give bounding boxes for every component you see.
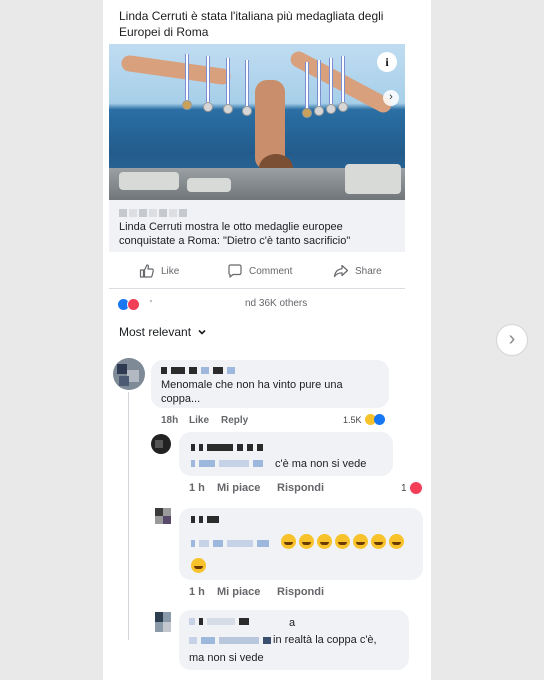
- commenter-name-redacted: [191, 516, 219, 523]
- comment-text-line-1: in realtà la coppa c'è,: [273, 634, 377, 646]
- link-preview[interactable]: Linda Cerruti mostra le otto medaglie eu…: [109, 200, 405, 252]
- photo-leg-left: [120, 54, 232, 86]
- comment-bubble: Menomale che non ha vinto pure una coppa…: [151, 360, 389, 408]
- medal-ribbon-4: [245, 60, 249, 106]
- medal-2: [203, 102, 213, 112]
- comment-time: 1 h: [189, 586, 205, 598]
- comment-text-redacted: [191, 540, 269, 547]
- facebook-post-card: Linda Cerruti è stata l'italiana più med…: [103, 0, 431, 680]
- carousel-next-icon[interactable]: ›: [383, 90, 399, 106]
- link-source-redacted: [119, 209, 187, 217]
- laughing-emoji-icon: [335, 534, 350, 549]
- comment-reaction-count[interactable]: 1: [401, 482, 422, 494]
- comment-reply-link[interactable]: Reply: [221, 415, 248, 426]
- reaction-icons[interactable]: ': [117, 296, 152, 312]
- share-label: Share: [355, 265, 382, 277]
- laughing-emoji-icon: [299, 534, 314, 549]
- like-button[interactable]: Like: [139, 262, 179, 280]
- medal-4: [242, 106, 252, 116]
- laughing-emoji-icon: [389, 534, 404, 549]
- medal-ribbon-2: [206, 56, 210, 102]
- medal-7: [326, 104, 336, 114]
- commenter-name-tail: a: [289, 617, 296, 629]
- laughing-emoji-icon: [191, 558, 206, 573]
- comment-text-redacted: [189, 637, 271, 644]
- medal-3: [223, 104, 233, 114]
- chevron-down-icon: [198, 329, 206, 335]
- medal-ribbon-3: [226, 58, 230, 104]
- comment-like-link[interactable]: Mi piace: [217, 482, 260, 494]
- chevron-right-icon[interactable]: ›: [496, 324, 528, 356]
- medal-5: [302, 108, 312, 118]
- screenshot-stage: Linda Cerruti è stata l'italiana più med…: [0, 0, 544, 680]
- comment-reply-link[interactable]: Rispondi: [277, 586, 324, 598]
- like-label: Like: [161, 265, 180, 277]
- medal-ribbon-6: [317, 60, 321, 106]
- medal-8: [338, 102, 348, 112]
- comment-sort-dropdown[interactable]: Most relevant: [119, 325, 207, 339]
- comment-bubble: a in realtà la coppa c'è, ma non si vede: [179, 610, 409, 670]
- comment-like-link[interactable]: Mi piace: [217, 586, 260, 598]
- comment-text-redacted: [191, 460, 263, 467]
- comment-bubble: [179, 508, 423, 580]
- divider: [109, 288, 405, 289]
- medal-ribbon-7: [329, 58, 333, 104]
- emoji-row: [281, 534, 404, 549]
- comment-label: Comment: [249, 265, 293, 277]
- share-button[interactable]: Share: [333, 262, 382, 280]
- love-reaction-icon: [409, 482, 422, 494]
- commenter-name-redacted: [161, 367, 235, 374]
- post-photo[interactable]: i ›: [109, 44, 405, 200]
- medal-6: [314, 106, 324, 116]
- photo-rocks: [109, 164, 405, 200]
- medal-ribbon-5: [305, 62, 309, 108]
- comment-reply-link[interactable]: Rispondi: [277, 482, 324, 494]
- medal-ribbon-1: [185, 54, 189, 100]
- avatar[interactable]: [113, 358, 145, 390]
- laughing-emoji-icon: [353, 534, 368, 549]
- comment-text: c'è ma non si vede: [275, 458, 367, 470]
- comment-like-link[interactable]: Like: [189, 415, 209, 426]
- link-title: Linda Cerruti mostra le otto medaglie eu…: [119, 221, 351, 247]
- comment-reaction-count[interactable]: 1.5K: [343, 414, 385, 425]
- laughing-emoji-icon: [371, 534, 386, 549]
- love-reaction-icon: [127, 297, 140, 311]
- like-reaction-icon: [373, 414, 385, 425]
- comment-bubble: c'è ma non si vede: [179, 432, 393, 476]
- sort-label: Most relevant: [119, 325, 192, 339]
- comment-text: Menomale che non ha vinto pure una coppa…: [161, 379, 343, 405]
- avatar[interactable]: [151, 434, 171, 454]
- medal-ribbon-8: [341, 56, 345, 102]
- thumbs-up-icon: [139, 264, 154, 278]
- share-icon: [333, 264, 349, 278]
- comment-button[interactable]: Comment: [227, 262, 292, 280]
- medal-1: [182, 100, 192, 110]
- thread-line: [128, 392, 129, 640]
- comment-text-line-2: ma non si vede: [189, 652, 264, 664]
- comment-icon: [228, 264, 242, 278]
- laughing-emoji-icon: [317, 534, 332, 549]
- post-action-bar: Like Comment Share: [103, 258, 413, 284]
- post-headline: Linda Cerruti è stata l'italiana più med…: [119, 9, 384, 39]
- commenter-name-redacted: [189, 618, 249, 625]
- info-icon[interactable]: i: [377, 52, 397, 72]
- comment-time: 1 h: [189, 482, 205, 494]
- avatar[interactable]: [155, 612, 171, 632]
- commenter-name-redacted: [191, 444, 263, 451]
- reaction-prefix: ': [150, 298, 152, 310]
- avatar[interactable]: [155, 508, 171, 524]
- comment-time: 18h: [161, 415, 179, 426]
- reaction-count[interactable]: nd 36K others: [245, 298, 307, 309]
- laughing-emoji-icon: [281, 534, 296, 549]
